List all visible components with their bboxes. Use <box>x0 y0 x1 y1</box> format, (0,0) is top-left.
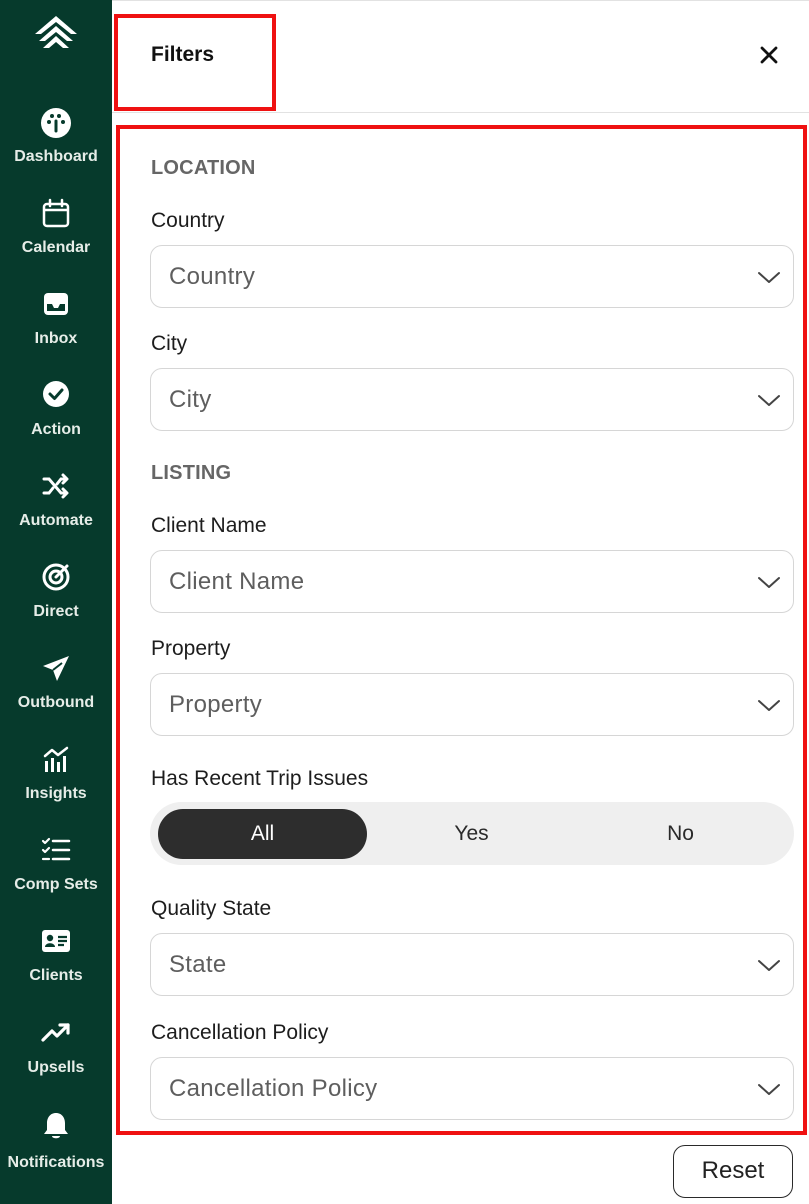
target-icon <box>42 563 70 591</box>
chevron-down-icon <box>758 395 780 406</box>
property-label: Property <box>151 637 231 660</box>
property-placeholder: Property <box>169 691 263 718</box>
client-name-placeholder: Client Name <box>169 568 305 595</box>
divider <box>112 112 809 113</box>
quality-state-label: Quality State <box>151 897 272 920</box>
nav-label: Insights <box>25 785 87 802</box>
city-placeholder: City <box>169 386 212 413</box>
nav-label: Dashboard <box>14 148 98 165</box>
nav-label: Outbound <box>17 694 95 711</box>
nav-label: Automate <box>19 512 93 529</box>
close-icon[interactable] <box>754 40 784 70</box>
nav-item-inbox[interactable]: Inbox <box>0 289 112 373</box>
nav-label: Notifications <box>7 1154 105 1171</box>
nav-label: Action <box>31 421 81 438</box>
checklist-icon <box>41 837 71 861</box>
nav-label: Upsells <box>27 1059 85 1076</box>
nav-item-insights[interactable]: Insights <box>0 744 112 828</box>
trip-issues-label: Has Recent Trip Issues <box>151 767 369 790</box>
city-label: City <box>151 332 188 355</box>
nav-item-comp-sets[interactable]: Comp Sets <box>0 835 112 919</box>
chevron-down-icon <box>758 1084 780 1095</box>
nav-item-calendar[interactable]: Calendar <box>0 198 112 282</box>
nav-item-clients[interactable]: Clients <box>0 926 112 1010</box>
insights-chart-icon <box>43 746 69 772</box>
nav-item-outbound[interactable]: Outbound <box>0 653 112 737</box>
chevron-down-icon <box>758 272 780 283</box>
dashboard-icon <box>41 108 71 138</box>
reset-button[interactable]: Reset <box>673 1145 793 1198</box>
chevron-down-icon <box>758 577 780 588</box>
segment-all[interactable]: All <box>158 809 367 859</box>
cancellation-policy-select[interactable]: Cancellation Policy <box>150 1057 794 1120</box>
city-select[interactable]: City <box>150 368 794 431</box>
cancellation-policy-placeholder: Cancellation Policy <box>169 1075 378 1102</box>
nav-label: Direct <box>33 603 79 620</box>
chevron-down-icon <box>758 700 780 711</box>
divider <box>112 0 809 1</box>
shuffle-icon <box>42 473 69 499</box>
cancellation-policy-label: Cancellation Policy <box>151 1021 329 1044</box>
segment-yes[interactable]: Yes <box>367 809 576 859</box>
trip-issues-toggle: All Yes No <box>150 802 794 865</box>
quality-state-select[interactable]: State <box>150 933 794 996</box>
bell-icon <box>44 1113 68 1139</box>
nav-label: Comp Sets <box>14 876 98 893</box>
sidebar: Dashboard Calendar Inbox Action Automate… <box>0 0 112 1204</box>
logo-icon[interactable] <box>33 14 79 54</box>
filters-panel: Filters LOCATION Country Country City Ci… <box>112 0 809 1204</box>
segment-no[interactable]: No <box>576 809 785 859</box>
nav-item-automate[interactable]: Automate <box>0 471 112 555</box>
nav-label: Calendar <box>21 239 91 256</box>
calendar-icon <box>42 198 70 228</box>
nav-item-notifications[interactable]: Notifications <box>0 1110 112 1194</box>
country-label: Country <box>151 209 225 232</box>
send-icon <box>43 656 69 681</box>
country-select[interactable]: Country <box>150 245 794 308</box>
nav-label: Inbox <box>34 330 78 347</box>
client-name-select[interactable]: Client Name <box>150 550 794 613</box>
inbox-icon <box>44 293 68 315</box>
country-placeholder: Country <box>169 263 256 290</box>
section-heading-listing: LISTING <box>151 462 232 484</box>
chevron-down-icon <box>758 960 780 971</box>
panel-title: Filters <box>151 43 215 66</box>
nav-item-action[interactable]: Action <box>0 380 112 464</box>
check-circle-icon <box>43 381 69 407</box>
property-select[interactable]: Property <box>150 673 794 736</box>
nav-item-direct[interactable]: Direct <box>0 562 112 646</box>
client-name-label: Client Name <box>151 514 267 537</box>
nav-item-dashboard[interactable]: Dashboard <box>0 107 112 191</box>
quality-state-placeholder: State <box>169 951 227 978</box>
trending-up-icon <box>41 1023 70 1042</box>
section-heading-location: LOCATION <box>151 157 256 179</box>
nav-label: Clients <box>29 967 83 984</box>
id-card-icon <box>42 930 70 952</box>
nav-item-upsells[interactable]: Upsells <box>0 1018 112 1102</box>
